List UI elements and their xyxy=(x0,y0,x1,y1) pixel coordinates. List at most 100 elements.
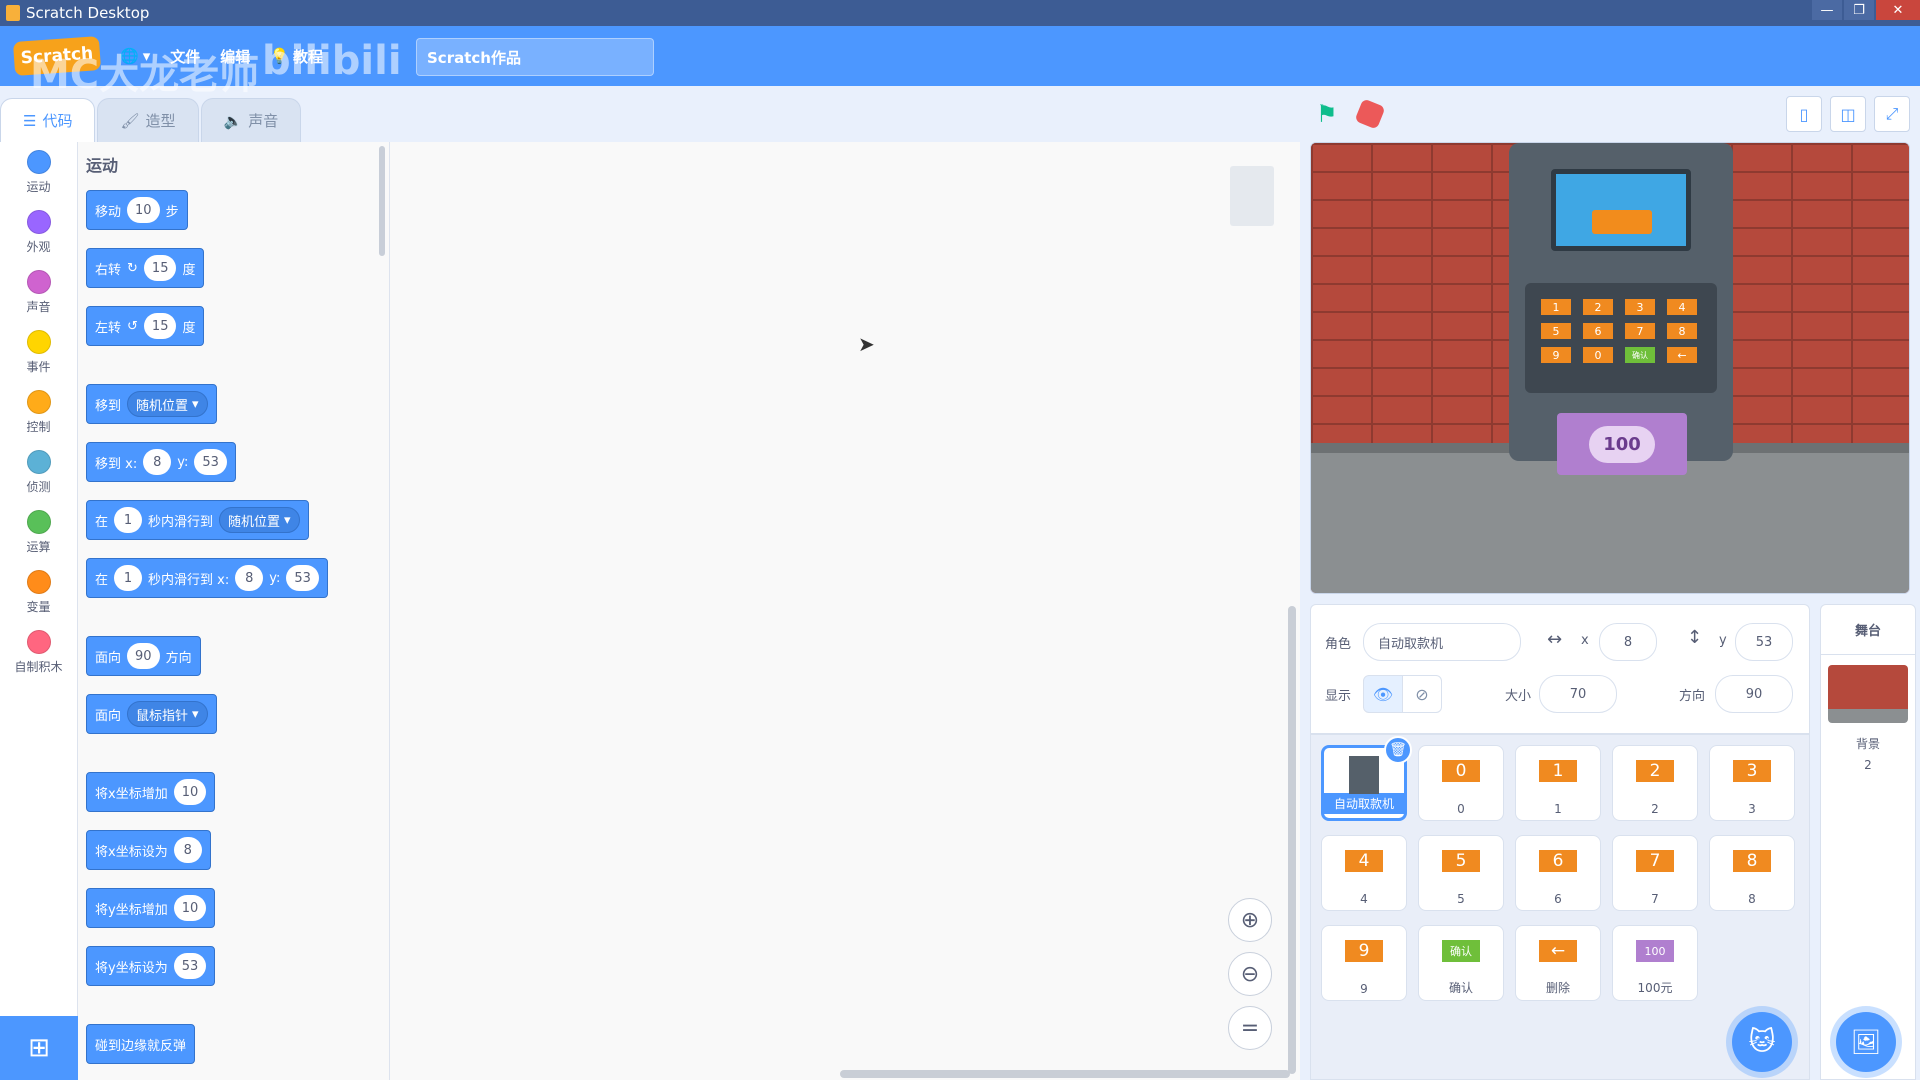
block-dropdown[interactable]: 随机位置 ▾ xyxy=(127,391,208,417)
file-menu[interactable]: 文件 xyxy=(170,46,200,67)
block-move-steps[interactable]: 移动 10 步 xyxy=(86,190,188,230)
block-input-y[interactable]: 53 xyxy=(286,565,319,591)
block-input[interactable]: 90 xyxy=(127,643,160,669)
sprite-tile[interactable]: 55 xyxy=(1418,835,1504,911)
zoom-in-button[interactable]: ⊕ xyxy=(1228,898,1272,942)
category-item[interactable]: 自制积木 xyxy=(0,622,77,682)
sprite-tile[interactable]: 22 xyxy=(1612,745,1698,821)
small-stage-button[interactable]: ▯ xyxy=(1786,96,1822,132)
tab-sounds[interactable]: 🔈 声音 xyxy=(200,98,302,142)
category-item[interactable]: 控制 xyxy=(0,382,77,442)
language-menu[interactable]: 🌐 ▾ xyxy=(120,47,150,65)
sprite-tile[interactable]: 33 xyxy=(1709,745,1795,821)
green-flag-icon[interactable]: ⚑ xyxy=(1316,100,1338,128)
close-button[interactable]: ✕ xyxy=(1876,0,1920,20)
cat-plus-icon: 🐱 xyxy=(1748,1027,1776,1057)
block-input[interactable]: 15 xyxy=(143,313,177,339)
block-point-towards[interactable]: 面向 鼠标指针 ▾ xyxy=(86,694,217,734)
hide-sprite-button[interactable]: ⊘ xyxy=(1402,675,1442,713)
workspace-horizontal-scrollbar[interactable] xyxy=(840,1070,1290,1078)
chevron-down-icon: ▾ xyxy=(192,396,199,412)
sprite-tile[interactable]: 自动取款机 🗑 xyxy=(1321,736,1412,821)
add-backdrop-button[interactable]: 🖼 xyxy=(1836,1012,1896,1072)
block-goto[interactable]: 移到 随机位置 ▾ xyxy=(86,384,217,424)
category-item[interactable]: 侦测 xyxy=(0,442,77,502)
block-dropdown[interactable]: 随机位置 ▾ xyxy=(219,507,300,533)
zoom-out-button[interactable]: ⊖ xyxy=(1228,952,1272,996)
large-stage-button[interactable]: ◫ xyxy=(1830,96,1866,132)
block-point-direction[interactable]: 面向 90 方向 xyxy=(86,636,201,676)
stage-selector[interactable]: 舞台 背景 2 xyxy=(1820,604,1916,1080)
y-field[interactable]: 53 xyxy=(1735,623,1793,661)
add-sprite-button[interactable]: 🐱 xyxy=(1732,1012,1792,1072)
money-note-sprite[interactable]: 100 xyxy=(1557,413,1687,475)
stop-icon[interactable] xyxy=(1354,98,1386,130)
category-item[interactable]: 外观 xyxy=(0,202,77,262)
size-field[interactable]: 70 xyxy=(1539,675,1617,713)
trash-icon[interactable]: 🗑 xyxy=(1384,736,1412,764)
block-goto-xy[interactable]: 移到 x: 8 y: 53 xyxy=(86,442,236,482)
code-workspace[interactable]: ⊕ ⊖ = ➤ xyxy=(390,142,1300,1080)
block-turn-right[interactable]: 右转 ↻ 15 度 xyxy=(86,248,205,288)
sprite-tile[interactable]: 88 xyxy=(1709,835,1795,911)
atm-key: 6 xyxy=(1583,323,1613,339)
block-input[interactable]: 10 xyxy=(173,779,207,805)
category-item[interactable]: 变量 xyxy=(0,562,77,622)
tab-code[interactable]: ☰ 代码 xyxy=(0,98,96,142)
block-glide-xy[interactable]: 在 1 秒内滑行到 x: 8 y: 53 xyxy=(86,558,328,598)
x-field[interactable]: 8 xyxy=(1599,623,1657,661)
block-dropdown[interactable]: 鼠标指针 ▾ xyxy=(127,701,208,727)
project-title-input[interactable]: Scratch作品 xyxy=(416,38,654,76)
block-change-y[interactable]: 将y坐标增加 10 xyxy=(86,888,216,928)
stage-canvas[interactable]: 1 2 3 4 5 6 7 8 9 0 确认 ← 100 xyxy=(1310,142,1910,594)
tutorials-menu[interactable]: 💡 教程 xyxy=(270,46,323,67)
edit-menu[interactable]: 编辑 xyxy=(220,46,250,67)
category-item[interactable]: 声音 xyxy=(0,262,77,322)
block-input[interactable]: 10 xyxy=(127,197,160,223)
block-input-y[interactable]: 53 xyxy=(194,449,227,475)
category-item[interactable]: 运算 xyxy=(0,502,77,562)
block-input[interactable]: 53 xyxy=(173,953,207,979)
editor-tabs: ☰ 代码 🖌 造型 🔈 声音 xyxy=(0,98,303,142)
workspace-vertical-scrollbar[interactable] xyxy=(1288,606,1296,1074)
block-input[interactable]: 1 xyxy=(114,507,143,533)
minimize-button[interactable]: — xyxy=(1812,0,1842,20)
scratch-logo[interactable]: Scratch xyxy=(12,36,102,76)
fullscreen-button[interactable]: ⤢ xyxy=(1874,96,1910,132)
tab-costumes[interactable]: 🖌 造型 xyxy=(97,98,199,142)
block-change-x[interactable]: 将x坐标增加 10 xyxy=(86,772,216,812)
block-input-x[interactable]: 8 xyxy=(235,565,264,591)
block-turn-left[interactable]: 左转 ↺ 15 度 xyxy=(86,306,205,346)
palette-scrollbar[interactable] xyxy=(379,146,385,256)
sprite-tile[interactable]: ← 删除 xyxy=(1515,925,1601,1001)
show-sprite-button[interactable]: 👁 xyxy=(1363,675,1403,713)
sprite-tile[interactable]: 77 xyxy=(1612,835,1698,911)
size-label: 大小 xyxy=(1505,689,1532,704)
sprite-tile[interactable]: 11 xyxy=(1515,745,1601,821)
block-input[interactable]: 15 xyxy=(143,255,177,281)
sprite-name: 0 xyxy=(1457,802,1465,816)
block-set-y[interactable]: 将y坐标设为 53 xyxy=(86,946,216,986)
category-item[interactable]: 事件 xyxy=(0,322,77,382)
sprite-tile[interactable]: 66 xyxy=(1515,835,1601,911)
maximize-button[interactable]: ❐ xyxy=(1844,0,1874,20)
x-arrow-icon: ↔ xyxy=(1547,629,1563,650)
block-input[interactable]: 1 xyxy=(114,565,143,591)
sprite-tile[interactable]: 44 xyxy=(1321,835,1407,911)
atm-screen xyxy=(1551,169,1691,251)
sprite-tile[interactable]: 确认 确认 xyxy=(1418,925,1504,1001)
category-item[interactable]: 运动 xyxy=(0,142,77,202)
block-input-x[interactable]: 8 xyxy=(143,449,172,475)
sprite-tile[interactable]: 00 xyxy=(1418,745,1504,821)
block-set-x[interactable]: 将x坐标设为 8 xyxy=(86,830,211,870)
block-input[interactable]: 10 xyxy=(173,895,207,921)
direction-field[interactable]: 90 xyxy=(1715,675,1793,713)
block-bounce[interactable]: 碰到边缘就反弹 xyxy=(86,1024,196,1064)
add-extension-button[interactable]: ⊞ xyxy=(0,1016,78,1080)
sprite-name-field[interactable]: 自动取款机 xyxy=(1363,623,1521,661)
sprite-tile[interactable]: 100 100元 xyxy=(1612,925,1698,1001)
zoom-reset-button[interactable]: = xyxy=(1228,1006,1272,1050)
block-glide-to[interactable]: 在 1 秒内滑行到 随机位置 ▾ xyxy=(86,500,309,540)
block-input[interactable]: 8 xyxy=(173,837,202,863)
sprite-tile[interactable]: 99 xyxy=(1321,925,1407,1001)
